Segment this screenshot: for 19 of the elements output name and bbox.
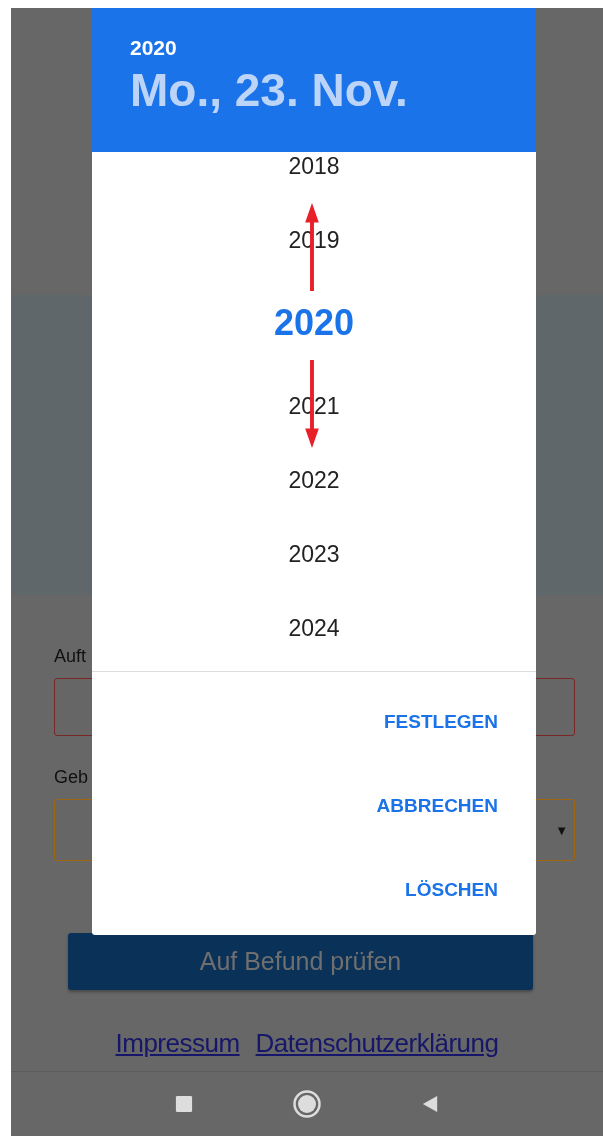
header-date[interactable]: Mo., 23. Nov. xyxy=(130,62,536,118)
home-icon[interactable] xyxy=(293,1090,321,1118)
dialog-button[interactable]: FESTLEGEN xyxy=(380,702,502,742)
footer-link[interactable]: Datenschutzerklärung xyxy=(255,1028,499,1059)
dialog-button[interactable]: ABBRECHEN xyxy=(372,786,502,826)
year-option[interactable]: 2022 xyxy=(288,443,340,517)
field-label: Geb xyxy=(54,766,90,788)
footer-link[interactable]: Impressum xyxy=(115,1028,240,1059)
dropdown-arrow[interactable]: ▼ xyxy=(555,822,568,838)
year-option[interactable]: 2020 xyxy=(273,277,355,369)
dialog-button[interactable]: LÖSCHEN xyxy=(401,870,502,910)
year-option[interactable]: 2024 xyxy=(288,591,340,665)
field-label: Auft xyxy=(54,645,88,667)
recents-icon[interactable] xyxy=(175,1095,193,1113)
header-year[interactable]: 2020 xyxy=(130,36,536,60)
year-option[interactable]: 2023 xyxy=(288,517,340,591)
back-icon[interactable] xyxy=(421,1095,439,1113)
submit-button[interactable]: Auf Befund prüfen xyxy=(68,933,533,990)
year-option[interactable]: 2018 xyxy=(288,152,340,203)
